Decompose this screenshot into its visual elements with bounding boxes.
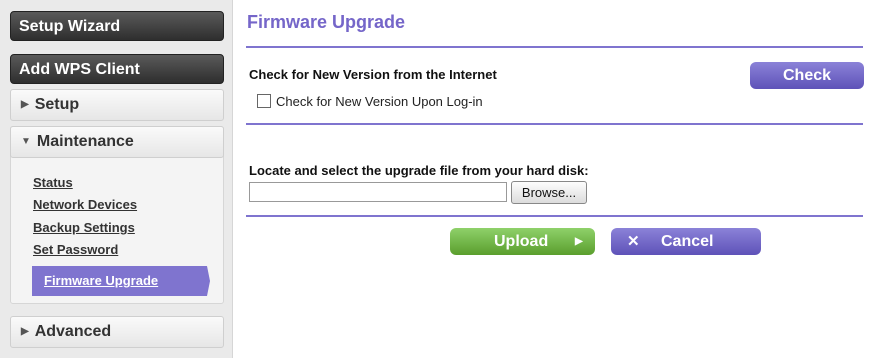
divider — [246, 123, 863, 125]
check-internet-heading: Check for New Version from the Internet — [249, 67, 497, 82]
main-content: Firmware Upgrade Check for New Version f… — [233, 0, 877, 358]
browse-button[interactable]: Browse... — [511, 181, 587, 204]
sidebar-item-firmware-upgrade-label: Firmware Upgrade — [44, 273, 159, 288]
divider — [246, 215, 863, 217]
triangle-down-icon: ▼ — [21, 136, 31, 147]
cancel-button[interactable]: ✕ Cancel — [611, 228, 761, 255]
triangle-right-icon: ▶ — [21, 326, 29, 337]
sidebar-item-status[interactable]: Status — [33, 175, 73, 190]
upload-button-label: Upload — [494, 233, 549, 250]
nav-section-setup-label: Setup — [34, 96, 80, 113]
sidebar-item-network-devices[interactable]: Network Devices — [33, 197, 137, 212]
sidebar-item-set-password[interactable]: Set Password — [33, 242, 118, 257]
setup-wizard-button[interactable]: Setup Wizard — [10, 11, 224, 41]
check-on-login-row: Check for New Version Upon Log-in — [257, 94, 483, 109]
page-title: Firmware Upgrade — [247, 12, 406, 32]
sidebar: Setup Wizard Add WPS Client ▶ Setup ▼ Main… — [0, 0, 233, 358]
nav-section-advanced-label: Advanced — [34, 323, 112, 340]
nav-section-advanced[interactable]: ▶ Advanced — [10, 316, 224, 348]
sidebar-item-backup-settings[interactable]: Backup Settings — [33, 220, 135, 235]
close-icon: ✕ — [627, 233, 640, 250]
nav-section-maintenance[interactable]: ▼ Maintenance — [10, 126, 224, 158]
nav-section-maintenance-label: Maintenance — [36, 133, 134, 150]
divider — [246, 46, 863, 48]
cancel-button-label: Cancel — [661, 233, 714, 250]
triangle-right-icon: ▶ — [21, 99, 29, 110]
locate-file-label: Locate and select the upgrade file from … — [249, 163, 589, 178]
check-on-login-label: Check for New Version Upon Log-in — [276, 94, 483, 109]
arrow-right-icon: ▶ — [575, 236, 583, 247]
sidebar-item-firmware-upgrade[interactable]: Firmware Upgrade — [32, 266, 210, 296]
upload-button[interactable]: Upload ▶ — [450, 228, 595, 255]
check-on-login-checkbox[interactable] — [257, 94, 271, 108]
upgrade-file-input[interactable] — [249, 182, 507, 202]
nav-section-setup[interactable]: ▶ Setup — [10, 89, 224, 121]
add-wps-client-button[interactable]: Add WPS Client — [10, 54, 224, 84]
check-button[interactable]: Check — [750, 62, 864, 89]
